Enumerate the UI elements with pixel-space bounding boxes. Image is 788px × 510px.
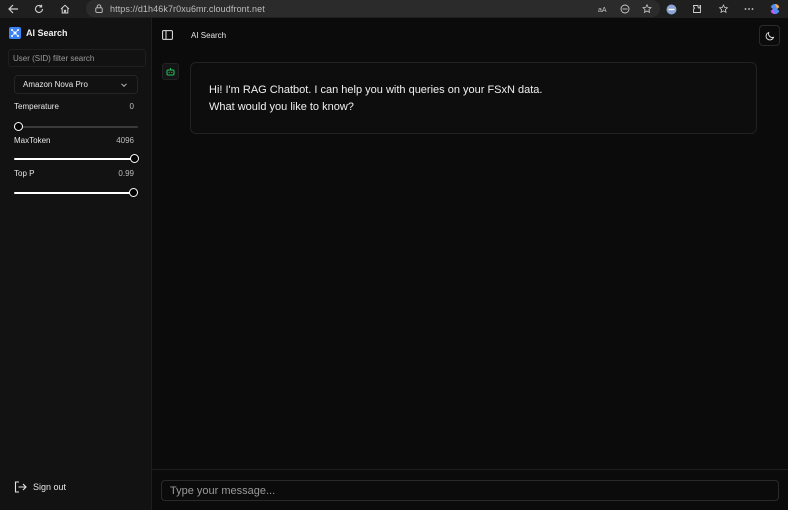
maxtoken-row: MaxToken 4096 — [14, 136, 134, 145]
model-select-value: Amazon Nova Pro — [23, 80, 88, 89]
slider-thumb[interactable] — [14, 122, 23, 131]
temperature-slider[interactable] — [14, 122, 138, 132]
copilot-icon[interactable] — [762, 0, 788, 18]
temperature-row: Temperature 0 — [14, 102, 134, 111]
bot-message-line: Hi! I'm RAG Chatbot. I can help you with… — [209, 84, 543, 96]
more-menu-icon[interactable] — [736, 0, 762, 18]
maxtoken-value: 4096 — [116, 136, 134, 145]
read-aloud-icon[interactable]: aA — [598, 5, 608, 13]
brand: AI Search — [9, 27, 68, 39]
sid-filter-search-input[interactable] — [8, 49, 146, 67]
sign-out-button[interactable]: Sign out — [14, 481, 66, 493]
browser-toolbar: https://d1h46k7r0xu6mr.cloudfront.net aA — [0, 0, 788, 18]
address-bar[interactable]: https://d1h46k7r0xu6mr.cloudfront.net aA — [86, 0, 660, 17]
top-p-row: Top P 0.99 — [14, 169, 134, 178]
favorite-star-icon[interactable] — [642, 3, 652, 14]
theme-toggle-button[interactable] — [759, 25, 780, 46]
bot-message-line: What would you like to know? — [209, 101, 354, 113]
sign-out-icon — [14, 481, 27, 493]
maxtoken-slider[interactable] — [14, 154, 139, 164]
slider-thumb[interactable] — [129, 188, 138, 197]
slider-thumb[interactable] — [130, 154, 139, 163]
bot-message-bubble: Hi! I'm RAG Chatbot. I can help you with… — [190, 62, 757, 134]
sidebar-toggle-icon[interactable] — [162, 30, 173, 40]
composer-divider — [152, 469, 788, 470]
slider-fill — [14, 158, 134, 160]
bot-icon — [166, 68, 175, 76]
profile-circle-icon[interactable] — [658, 0, 684, 18]
temperature-value: 0 — [129, 102, 134, 111]
brand-title: AI Search — [26, 28, 68, 38]
slider-fill — [14, 192, 133, 194]
message-input[interactable] — [161, 480, 779, 501]
top-p-value: 0.99 — [118, 169, 134, 178]
svg-text:aA: aA — [598, 7, 607, 13]
moon-icon — [765, 31, 774, 40]
brand-logo-icon — [9, 27, 21, 39]
address-url[interactable]: https://d1h46k7r0xu6mr.cloudfront.net — [110, 4, 265, 14]
refresh-icon[interactable] — [26, 0, 52, 18]
lock-icon — [94, 4, 104, 14]
collections-icon[interactable] — [710, 0, 736, 18]
chevron-down-icon — [121, 83, 127, 88]
top-p-label: Top P — [14, 169, 35, 178]
page-title: AI Search — [191, 31, 227, 40]
back-icon[interactable] — [0, 0, 26, 18]
home-icon[interactable] — [52, 0, 78, 18]
temperature-label: Temperature — [14, 102, 59, 111]
sign-out-label: Sign out — [33, 482, 67, 492]
maxtoken-label: MaxToken — [14, 136, 51, 145]
model-select[interactable]: Amazon Nova Pro — [14, 75, 138, 94]
chat-header: AI Search — [152, 18, 788, 52]
bot-avatar — [162, 63, 179, 80]
extensions-icon[interactable] — [684, 0, 710, 18]
sidebar: AI Search Amazon Nova Pro Temperature 0 … — [0, 18, 152, 510]
top-p-slider[interactable] — [14, 188, 138, 198]
block-icon[interactable] — [620, 4, 630, 14]
slider-track — [14, 126, 138, 128]
chat-main: AI Search Hi! I'm RAG Chatbot. I can hel… — [152, 18, 788, 510]
